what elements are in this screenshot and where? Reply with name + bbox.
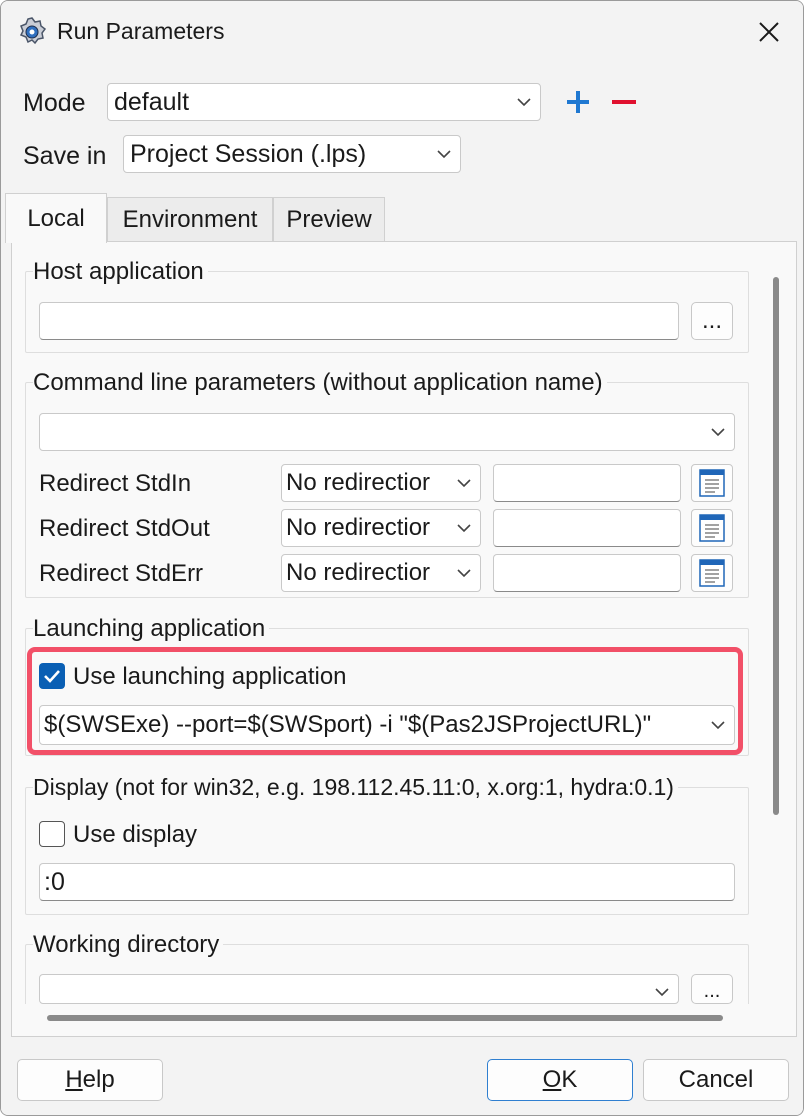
chevron-down-icon — [711, 428, 725, 437]
add-mode-button[interactable] — [563, 87, 593, 117]
chevron-down-icon — [457, 524, 471, 533]
remove-mode-button[interactable] — [609, 87, 639, 117]
launching-application-title: Launching application — [33, 615, 270, 643]
document-icon — [699, 469, 725, 497]
tab-environment[interactable]: Environment — [107, 197, 273, 241]
chevron-down-icon — [655, 988, 669, 997]
redirect-stderr-label: Redirect StdErr — [39, 560, 204, 587]
tab-preview[interactable]: Preview — [273, 197, 385, 241]
redirect-stdin-browse-button[interactable] — [691, 464, 733, 502]
display-title: Display (not for win32, e.g. 198.112.45.… — [33, 774, 678, 801]
tab-local[interactable]: Local — [5, 193, 107, 243]
vertical-scrollbar[interactable] — [773, 277, 779, 815]
host-application-input[interactable] — [39, 302, 679, 340]
command-line-input[interactable] — [39, 413, 735, 451]
close-button[interactable] — [749, 13, 789, 51]
chevron-down-icon — [457, 569, 471, 578]
use-launching-application-label[interactable]: Use launching application — [73, 663, 347, 691]
save-in-value: Project Session (.lps) — [130, 139, 367, 168]
document-icon — [699, 559, 725, 587]
working-directory-input[interactable] — [39, 974, 679, 1004]
run-parameters-dialog: Run Parameters Mode default Save in Proj… — [0, 0, 804, 1116]
redirect-stdout-mode: No redirectior — [286, 514, 431, 541]
mode-select[interactable]: default — [107, 83, 541, 121]
working-directory-title: Working directory — [33, 931, 224, 959]
redirect-stdin-mode: No redirectior — [286, 469, 431, 496]
redirect-stdout-browse-button[interactable] — [691, 509, 733, 547]
redirect-stdin-file-input[interactable] — [493, 464, 681, 502]
minus-icon — [612, 100, 636, 104]
chevron-down-icon — [517, 98, 531, 107]
redirect-stderr-browse-button[interactable] — [691, 554, 733, 592]
launching-application-input[interactable]: $(SWSExe) --port=$(SWSport) -i "$(Pas2JS… — [39, 705, 735, 745]
button-bar: Help OK Cancel — [1, 1037, 803, 1115]
chevron-down-icon — [457, 479, 471, 488]
help-button[interactable]: Help — [17, 1059, 163, 1101]
title-bar: Run Parameters — [1, 1, 803, 63]
chevron-down-icon — [711, 721, 725, 730]
display-input[interactable]: :0 — [39, 863, 735, 901]
redirect-stdout-file-input[interactable] — [493, 509, 681, 547]
mode-value: default — [114, 87, 190, 116]
save-in-select[interactable]: Project Session (.lps) — [123, 135, 461, 173]
redirect-stderr-select[interactable]: No redirectior — [281, 554, 481, 592]
horizontal-scrollbar[interactable] — [47, 1015, 723, 1021]
redirect-stdin-label: Redirect StdIn — [39, 470, 192, 497]
gear-app-icon — [19, 17, 47, 45]
host-application-browse-button[interactable]: ... — [691, 302, 733, 340]
use-display-checkbox[interactable] — [39, 821, 65, 847]
help-button-label: Help — [65, 1066, 115, 1093]
ok-button-label: OK — [542, 1066, 578, 1093]
use-display-label[interactable]: Use display — [73, 821, 197, 849]
command-line-title: Command line parameters (without applica… — [33, 369, 607, 397]
plus-icon — [567, 91, 589, 113]
redirect-stdout-label: Redirect StdOut — [39, 515, 210, 542]
redirect-stderr-mode: No redirectior — [286, 559, 431, 586]
save-in-label: Save in — [23, 142, 107, 170]
window-title: Run Parameters — [57, 18, 225, 44]
working-directory-browse-button[interactable]: ... — [691, 974, 733, 1004]
cancel-button[interactable]: Cancel — [643, 1059, 789, 1101]
redirect-stderr-file-input[interactable] — [493, 554, 681, 592]
mode-label: Mode — [23, 89, 86, 117]
host-application-title: Host application — [33, 258, 208, 286]
ok-button[interactable]: OK — [487, 1059, 633, 1101]
use-launching-application-checkbox[interactable] — [39, 663, 65, 689]
redirect-stdout-select[interactable]: No redirectior — [281, 509, 481, 547]
document-icon — [699, 514, 725, 542]
launching-application-value: $(SWSExe) --port=$(SWSport) -i "$(Pas2JS… — [44, 711, 652, 738]
chevron-down-icon — [437, 150, 451, 159]
cancel-button-label: Cancel — [678, 1066, 754, 1093]
close-icon — [759, 22, 779, 42]
redirect-stdin-select[interactable]: No redirectior — [281, 464, 481, 502]
checkmark-icon — [44, 670, 60, 683]
